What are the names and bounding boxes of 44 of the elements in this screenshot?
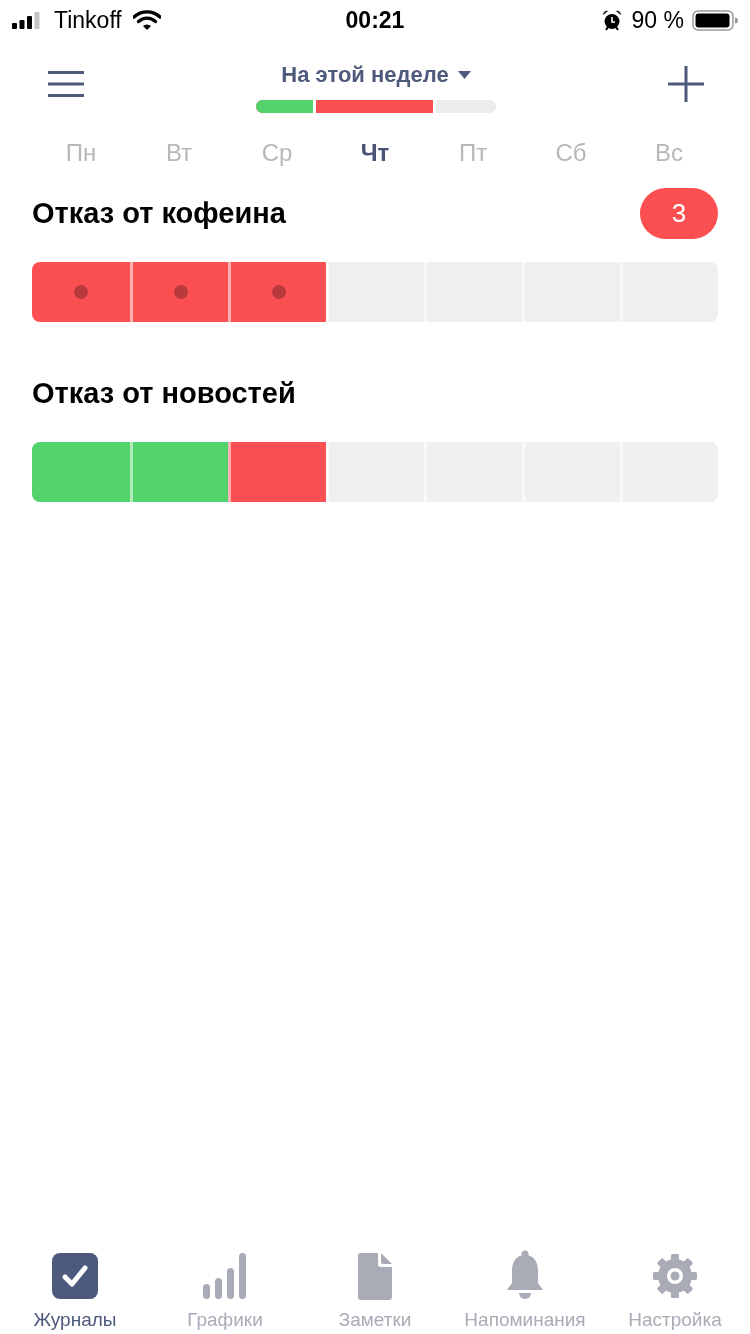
day-cell[interactable] [32, 442, 130, 502]
add-button[interactable] [668, 66, 704, 102]
carrier-name: Tinkoff [54, 6, 122, 34]
wifi-icon [132, 10, 161, 30]
marker-dot-icon [173, 285, 188, 299]
tab-bar-item[interactable]: Графики [150, 1250, 300, 1334]
signal-icon [12, 11, 40, 29]
gear-icon [653, 1254, 697, 1298]
caret-icon [457, 70, 471, 79]
tab-bar-item[interactable]: Заметки [300, 1250, 450, 1334]
day-cell[interactable] [32, 262, 130, 322]
count-badge: 3 [640, 187, 718, 239]
habit-title: Отказ от новостей [32, 376, 296, 410]
period-dropdown[interactable]: На этой неделе [281, 59, 471, 90]
weekday-tab[interactable]: Пт [458, 138, 488, 168]
weekday-tab[interactable]: Чт [360, 138, 390, 168]
menu-button[interactable] [48, 71, 84, 97]
weekday-tab[interactable]: Ср [261, 138, 293, 168]
day-cell[interactable] [130, 442, 228, 502]
weekday-tab[interactable]: Вс [655, 138, 683, 168]
tab-bar-item[interactable]: Напоминания [450, 1250, 600, 1334]
document-icon [358, 1252, 392, 1300]
day-cell[interactable] [228, 262, 326, 322]
tab-bar-item[interactable]: Журналы [0, 1250, 150, 1334]
marker-dot-icon [74, 285, 88, 299]
battery-percent: 90 % [631, 6, 684, 34]
weekday-tab[interactable]: Вт [165, 138, 193, 168]
alarm-clock-icon [601, 9, 622, 31]
weekday-tab[interactable]: Сб [555, 138, 587, 168]
day-cell[interactable] [130, 262, 228, 322]
day-cell[interactable] [326, 262, 424, 322]
marker-dot-icon [271, 285, 286, 299]
bar-chart-icon [203, 1253, 247, 1299]
bell-icon [505, 1250, 545, 1302]
day-cell[interactable] [326, 442, 424, 502]
battery-icon [692, 9, 738, 31]
habit-title: Отказ от кофеина [32, 196, 286, 230]
clock-time: 00:21 [345, 6, 405, 34]
checkbox-icon [52, 1253, 98, 1299]
day-cell[interactable] [228, 442, 326, 502]
tab-bar-item[interactable]: Настройка [600, 1250, 750, 1334]
weekday-tab[interactable]: Пн [65, 138, 97, 168]
menu-icon [48, 71, 84, 97]
plus-icon [668, 66, 704, 102]
